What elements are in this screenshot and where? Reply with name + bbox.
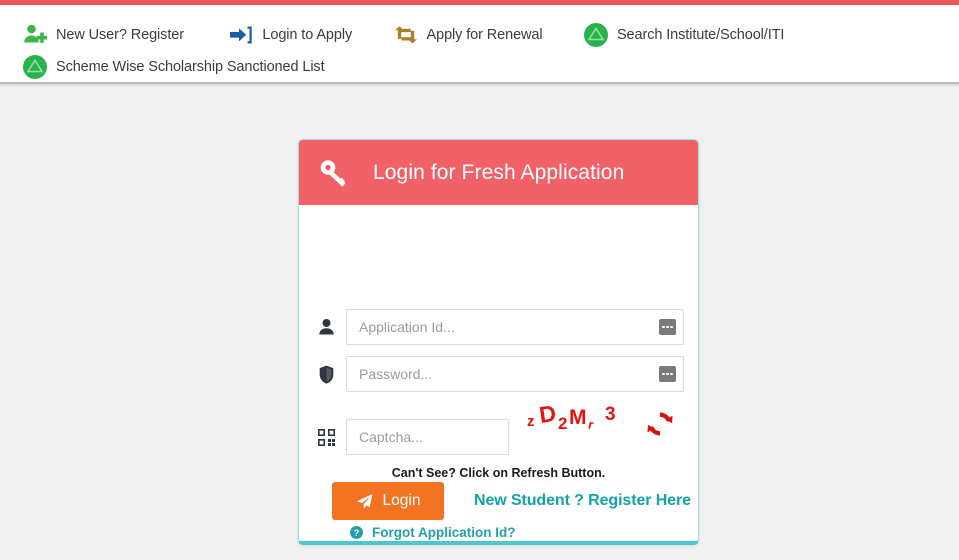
login-button[interactable]: Login	[332, 482, 444, 520]
nav-item-scheme-wise-list[interactable]: Scheme Wise Scholarship Sanctioned List	[22, 54, 325, 80]
user-plus-icon	[22, 22, 48, 48]
nav-label: Apply for Renewal	[426, 27, 543, 43]
login-card-body: z D 2 M r 3	[299, 205, 698, 541]
secondary-nav-row: Scheme Wise Scholarship Sanctioned List	[22, 54, 325, 80]
nav-item-login-to-apply[interactable]: Login to Apply	[228, 22, 352, 48]
paper-plane-icon	[356, 493, 373, 510]
forgot-links-list: ? Forgot Application Id? ? Forgot Passwo…	[341, 525, 515, 541]
application-id-row	[315, 309, 684, 345]
register-here-link[interactable]: New Student ? Register Here	[474, 492, 691, 510]
password-input[interactable]	[346, 356, 684, 392]
page-title: Login for Fresh Application	[373, 160, 625, 184]
application-id-input-wrap	[346, 309, 684, 345]
svg-text:?: ?	[354, 528, 360, 538]
svg-text:M: M	[569, 406, 587, 429]
nav-label: Scheme Wise Scholarship Sanctioned List	[56, 59, 325, 75]
application-id-input[interactable]	[346, 309, 684, 345]
captcha-input[interactable]	[346, 419, 509, 455]
svg-text:2: 2	[558, 414, 567, 433]
captcha-row	[315, 419, 509, 455]
captcha-image: z D 2 M r 3	[525, 401, 630, 435]
site-header: New User? Register Login to Apply Apply …	[0, 5, 959, 84]
password-input-wrap	[346, 356, 684, 392]
svg-text:z: z	[527, 413, 535, 430]
svg-text:r: r	[587, 417, 596, 433]
svg-text:D: D	[538, 401, 558, 428]
primary-nav-row: New User? Register Login to Apply Apply …	[22, 22, 784, 48]
question-circle-icon: ?	[350, 526, 363, 539]
svg-text:3: 3	[605, 404, 616, 425]
login-card-header: Login for Fresh Application	[299, 140, 698, 205]
autofill-dots-icon[interactable]	[659, 366, 676, 382]
nav-label: Login to Apply	[262, 27, 353, 43]
user-icon	[315, 315, 337, 339]
forgot-application-id-link[interactable]: ? Forgot Application Id?	[341, 525, 515, 540]
qr-code-icon	[315, 425, 337, 449]
captcha-refresh-button[interactable]	[644, 408, 676, 440]
key-icon	[315, 154, 353, 192]
login-button-label: Login	[382, 492, 421, 509]
forgot-link-label: Forgot Application Id?	[372, 525, 516, 540]
captcha-input-wrap	[346, 419, 509, 455]
password-row	[315, 356, 684, 392]
nav-label: Search Institute/School/ITI	[616, 27, 785, 43]
nav-item-search-institute[interactable]: Search Institute/School/ITI	[583, 22, 784, 48]
captcha-hint-text: Can't See? Click on Refresh Button.	[391, 466, 606, 480]
nav-label: New User? Register	[56, 27, 184, 43]
action-row: Login New Student ? Register Here	[332, 482, 691, 520]
login-card: Login for Fresh Application Application …	[298, 139, 699, 545]
green-circle-up-arrow-icon	[22, 54, 48, 80]
exchange-arrows-icon	[393, 22, 419, 48]
shield-icon	[315, 362, 337, 386]
nav-item-new-user-register[interactable]: New User? Register	[22, 22, 184, 48]
nav-item-apply-for-renewal[interactable]: Apply for Renewal	[393, 22, 543, 48]
autofill-dots-icon[interactable]	[659, 319, 676, 335]
green-circle-up-arrow-icon	[583, 22, 609, 48]
sign-in-arrow-icon	[228, 22, 254, 48]
